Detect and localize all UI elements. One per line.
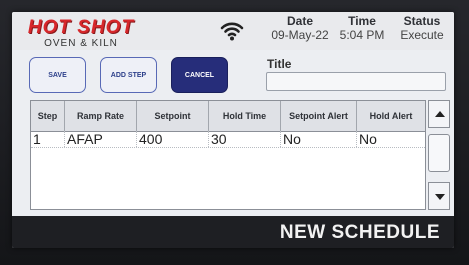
footer-bar: NEW SCHEDULE	[12, 216, 454, 248]
date-display: Date 09-May-22	[267, 14, 333, 42]
scroll-up-button[interactable]	[428, 100, 450, 128]
schedule-table: Step Ramp Rate Setpoint Hold Time Setpoi…	[30, 100, 426, 210]
status-label: Status	[403, 14, 441, 28]
date-value: 09-May-22	[271, 28, 329, 42]
screen-title: NEW SCHEDULE	[279, 222, 440, 243]
brand-logo: HOT SHOT OVEN & KILN	[22, 17, 140, 49]
scroll-down-button[interactable]	[428, 182, 450, 210]
status-value: Execute	[400, 28, 444, 42]
cell-hold-alert[interactable]: No	[357, 131, 425, 147]
scroll-down-arrow-icon	[435, 194, 445, 200]
cell-ramp-rate[interactable]: AFAP	[65, 131, 137, 147]
table-scrollbar[interactable]	[428, 100, 450, 210]
cell-step[interactable]: 1	[31, 131, 65, 147]
logo-main-text: HOT SHOT	[27, 17, 135, 38]
time-value: 5:04 PM	[339, 28, 385, 42]
column-header-ramp-rate: Ramp Rate	[65, 101, 137, 131]
save-button[interactable]: SAVE	[29, 57, 86, 93]
add-step-button[interactable]: ADD STEP	[100, 57, 157, 93]
cell-hold-time[interactable]: 30	[209, 131, 281, 147]
column-header-hold-alert: Hold Alert	[369, 111, 413, 121]
title-input[interactable]	[266, 72, 446, 91]
logo-sub-text: OVEN & KILN	[44, 38, 118, 49]
row-divider	[31, 147, 425, 148]
scroll-up-arrow-icon	[435, 111, 445, 117]
time-display: Time 5:04 PM	[334, 14, 390, 42]
table-header: Step Ramp Rate Setpoint Hold Time Setpoi…	[31, 101, 425, 132]
table-row[interactable]: 1 AFAP 400 30 No No	[31, 131, 425, 147]
time-label: Time	[348, 14, 376, 28]
touch-screen: HOT SHOT OVEN & KILN Date 09-May-22 Time…	[12, 12, 454, 248]
column-header-step: Step	[31, 101, 65, 131]
scroll-thumb[interactable]	[428, 134, 450, 172]
cell-setpoint[interactable]: 400	[137, 131, 209, 147]
title-label: Title	[267, 57, 292, 71]
column-header-setpoint-alert: Setpoint Alert	[281, 101, 357, 131]
status-display: Status Execute	[390, 14, 454, 42]
date-label: Date	[286, 14, 313, 28]
header-bar: HOT SHOT OVEN & KILN Date 09-May-22 Time…	[12, 12, 454, 50]
wifi-icon	[220, 22, 244, 41]
cancel-button[interactable]: CANCEL	[171, 57, 228, 93]
cell-setpoint-alert[interactable]: No	[281, 131, 357, 147]
column-header-hold-time: Hold Time	[209, 101, 281, 131]
column-header-setpoint: Setpoint	[137, 101, 209, 131]
